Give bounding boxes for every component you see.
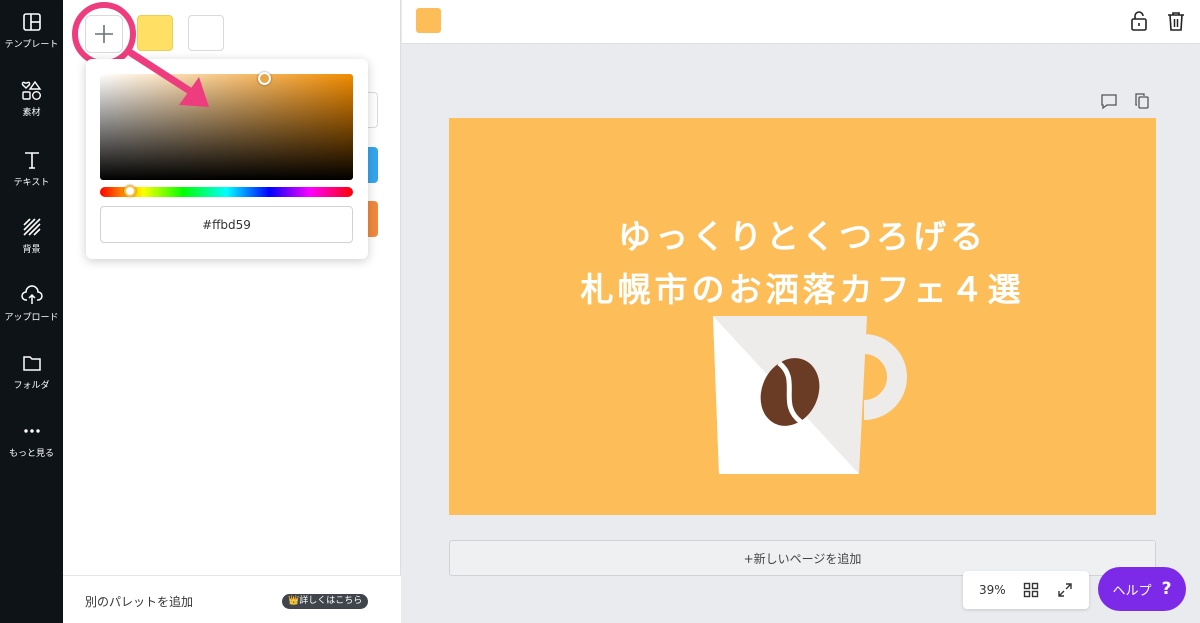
sidebar-item-more[interactable]: もっと見る: [0, 421, 63, 459]
saturation-handle[interactable]: [258, 72, 271, 85]
comment-icon: [1101, 94, 1117, 110]
hue-handle[interactable]: [124, 185, 136, 197]
headline-line-1[interactable]: ゆっくりとくつろげる: [449, 210, 1156, 258]
delete-button[interactable]: [1164, 9, 1188, 33]
sidebar-item-label: 素材: [22, 108, 41, 118]
duplicate-icon: [1135, 93, 1149, 109]
page-comment-button[interactable]: [1100, 92, 1118, 110]
headline-line-2[interactable]: 札幌市のお洒落カフェ４選: [449, 263, 1156, 311]
sidebar-item-background[interactable]: 背景: [0, 217, 63, 255]
template-icon: [22, 13, 41, 31]
help-button[interactable]: ヘルプ ?: [1098, 567, 1186, 611]
fullscreen-icon[interactable]: [1057, 582, 1073, 598]
help-label: ヘルプ: [1112, 583, 1152, 599]
top-toolbar: [402, 0, 1200, 44]
question-mark-icon: ?: [1161, 579, 1172, 599]
saturation-value-area[interactable]: [100, 74, 353, 180]
upload-icon: [20, 285, 43, 304]
page-duplicate-button[interactable]: [1133, 92, 1151, 110]
unlock-button[interactable]: [1127, 9, 1151, 33]
sidebar-item-folders[interactable]: フォルダ: [0, 353, 63, 391]
sidebar-item-label: 背景: [22, 245, 41, 255]
folder-icon: [22, 356, 41, 371]
pro-badge[interactable]: 👑詳しくはこちら: [282, 594, 369, 609]
zoom-controls: 39%: [963, 571, 1089, 609]
elements-icon: [21, 80, 41, 100]
sidebar-item-label: テキスト: [13, 178, 50, 188]
sidebar-item-label: フォルダ: [13, 381, 50, 391]
sidebar-item-templates[interactable]: テンプレート: [0, 12, 63, 50]
add-color-button[interactable]: [85, 15, 123, 53]
sidebar-item-label: テンプレート: [4, 40, 59, 50]
more-icon: [23, 429, 40, 433]
color-picker-popover: [86, 59, 368, 259]
panel-footer: 別のパレットを追加 👑詳しくはこちら: [63, 575, 401, 623]
sidebar-item-text[interactable]: テキスト: [0, 150, 63, 188]
plus-icon: [95, 25, 113, 43]
design-page[interactable]: ゆっくりとくつろげる 札幌市のお洒落カフェ４選: [449, 118, 1156, 515]
unlock-icon: [1131, 11, 1147, 31]
hex-color-input[interactable]: [100, 206, 353, 243]
coffee-cup-illustration[interactable]: [709, 316, 919, 478]
sidebar-item-uploads[interactable]: アップロード: [0, 285, 63, 323]
color-swatch-yellow[interactable]: [137, 15, 173, 51]
sidebar-item-label: もっと見る: [8, 449, 54, 459]
trash-icon: [1168, 12, 1184, 31]
zoom-level[interactable]: 39%: [979, 583, 1006, 597]
current-color-chip[interactable]: [416, 8, 441, 33]
sidebar-item-elements[interactable]: 素材: [0, 80, 63, 118]
sidebar: テンプレート 素材 テキスト 背景 アップロード フォルダ もっと見る: [0, 0, 63, 623]
color-swatch-white[interactable]: [188, 15, 224, 51]
hue-slider[interactable]: [100, 187, 353, 197]
sidebar-item-label: アップロード: [4, 313, 59, 323]
background-icon: [22, 218, 41, 236]
add-palette-link[interactable]: 別のパレットを追加: [85, 593, 193, 610]
text-icon: [24, 152, 39, 169]
grid-view-icon[interactable]: [1023, 582, 1039, 598]
